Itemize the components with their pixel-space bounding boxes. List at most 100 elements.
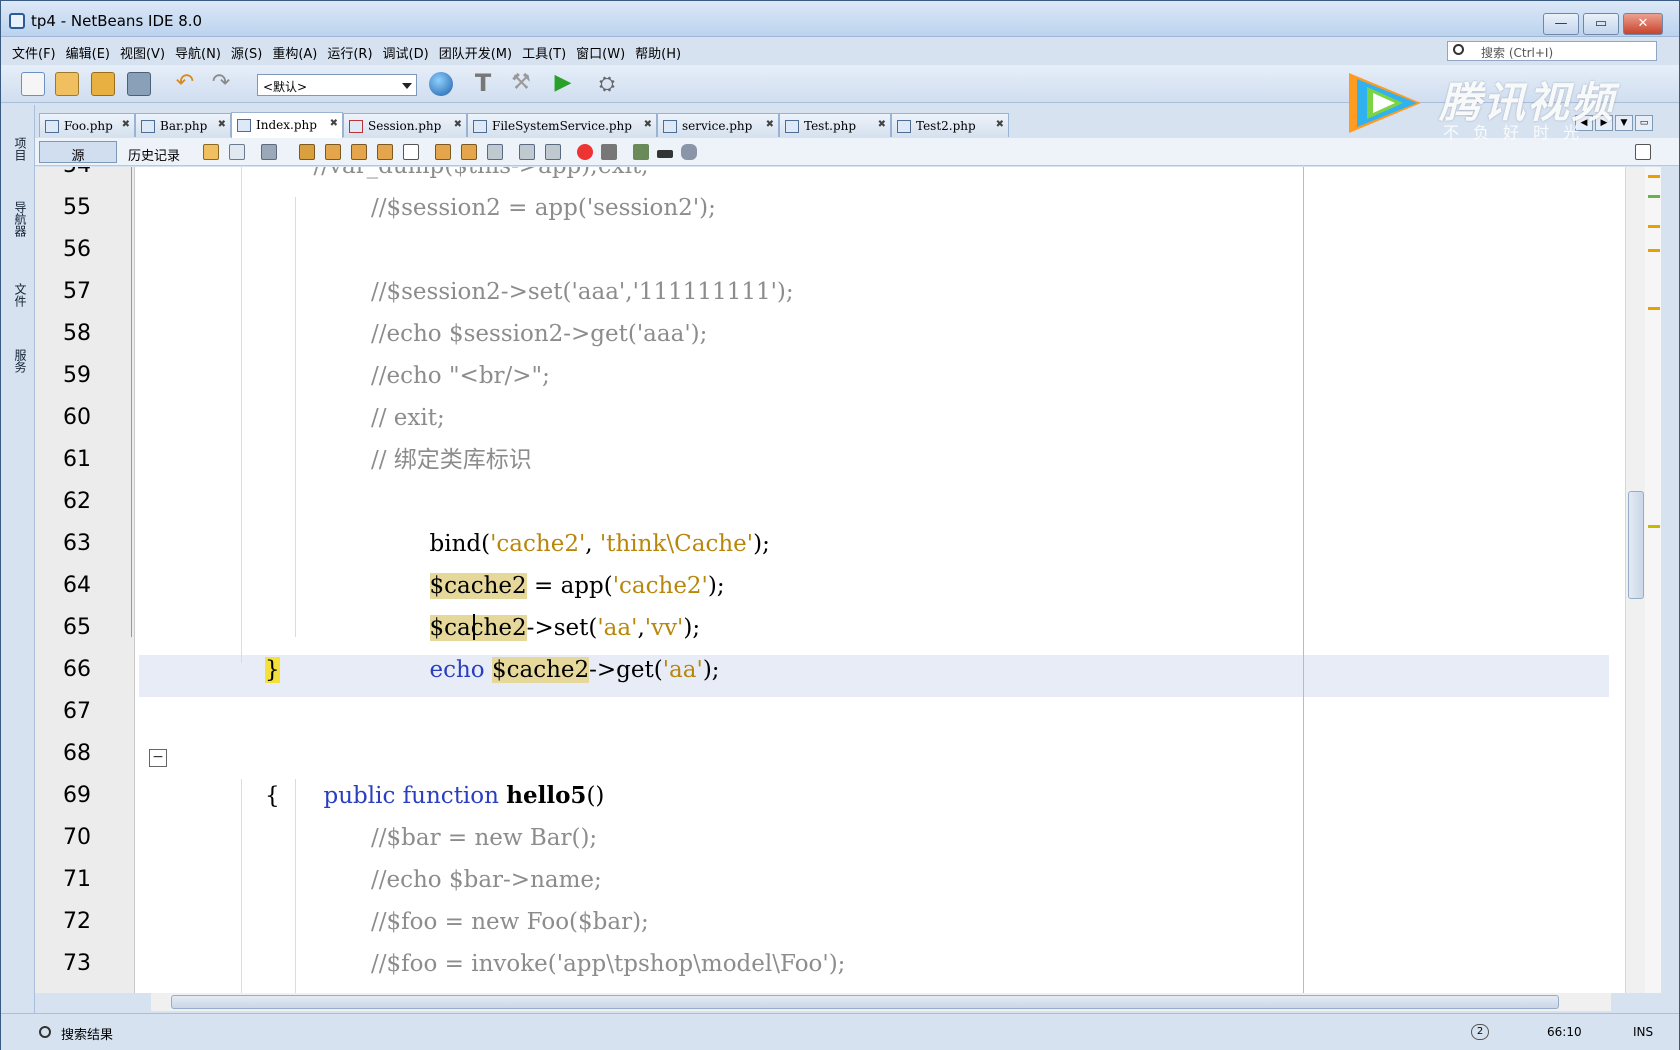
line-number: 57: [63, 279, 91, 304]
sidebar-tab-services[interactable]: 服务: [9, 349, 29, 373]
php-error-file-icon: [349, 120, 363, 133]
tab-bar-php[interactable]: Bar.php ✖: [135, 113, 231, 137]
redo-icon[interactable]: ↷: [209, 72, 233, 96]
code-line: {: [265, 783, 280, 809]
menu-team[interactable]: 团队开发(M): [434, 39, 517, 63]
warning-mark[interactable]: [1648, 249, 1660, 252]
tab-label: Session.php: [368, 119, 442, 133]
menu-run[interactable]: 运行(R): [322, 39, 377, 63]
code-line: // 绑定类库标识: [371, 447, 532, 473]
close-tab-icon[interactable]: ✖: [996, 119, 1004, 130]
database-icon[interactable]: [681, 144, 697, 160]
new-project-icon[interactable]: [55, 72, 79, 96]
close-tab-icon[interactable]: ✖: [644, 119, 652, 130]
menu-file[interactable]: 文件(F): [7, 39, 61, 63]
find-previous-icon[interactable]: [325, 144, 341, 160]
menu-source[interactable]: 源(S): [226, 39, 267, 63]
configuration-value: <默认>: [263, 80, 308, 94]
globe-icon[interactable]: [429, 72, 453, 96]
forward-icon[interactable]: [261, 144, 277, 160]
occurrence-mark[interactable]: [1648, 195, 1660, 198]
tab-test2-php[interactable]: Test2.php ✖: [891, 113, 1009, 137]
tab-service-php[interactable]: service.php ✖: [657, 113, 779, 137]
menu-refactor[interactable]: 重构(A): [267, 39, 322, 63]
line-number: 71: [63, 867, 91, 892]
code-line: //$bar = new Bar();: [371, 825, 598, 851]
toggle-highlight-icon[interactable]: [403, 144, 419, 160]
tab-filesystemservice-php[interactable]: FileSystemService.php ✖: [467, 113, 657, 137]
matching-brace: }: [265, 657, 280, 683]
php-file-icon: [473, 120, 487, 133]
sidebar-tab-projects[interactable]: 项目: [9, 137, 29, 161]
debug-icon[interactable]: ⛭: [595, 72, 619, 96]
code-line: // exit;: [371, 405, 445, 431]
previous-bookmark-icon[interactable]: [435, 144, 451, 160]
comment-icon[interactable]: [633, 144, 649, 160]
save-all-icon[interactable]: [127, 72, 151, 96]
shift-left-icon[interactable]: [519, 144, 535, 160]
warning-mark[interactable]: [1648, 307, 1660, 310]
close-tab-icon[interactable]: ✖: [218, 119, 226, 130]
code-area[interactable]: //var_dump($this->app);exit; //$session2…: [139, 167, 1609, 993]
php-file-icon: [897, 120, 911, 133]
menu-tools[interactable]: 工具(T): [517, 39, 571, 63]
code-line: $cache2 = app('cache2');: [371, 523, 1625, 599]
uncomment-icon[interactable]: [657, 150, 673, 158]
code-line: //var_dump($this->app);exit;: [255, 167, 1625, 187]
vertical-scrollbar[interactable]: [1625, 167, 1645, 993]
undo-icon[interactable]: ↶: [173, 72, 197, 96]
sidebar-tab-files[interactable]: 文件: [9, 283, 29, 307]
line-number: 58: [63, 321, 91, 346]
warning-mark[interactable]: [1648, 225, 1660, 228]
menu-debug[interactable]: 调试(D): [378, 39, 434, 63]
last-edit-icon[interactable]: [203, 144, 219, 160]
tab-source[interactable]: 源: [39, 141, 117, 164]
stop-macro-icon[interactable]: [601, 144, 617, 160]
occurrence-mark[interactable]: [1648, 525, 1660, 528]
record-macro-icon[interactable]: [577, 144, 593, 160]
vertical-scrollbar-thumb[interactable]: [1628, 491, 1644, 599]
close-button[interactable]: ✕: [1623, 13, 1663, 35]
menu-help[interactable]: 帮助(H): [630, 39, 686, 63]
code-editor[interactable]: − 54 55 56 57 58 59 60 61 62 63 64 65 66…: [35, 167, 1625, 993]
find-selection-icon[interactable]: [377, 144, 393, 160]
menu-window[interactable]: 窗口(W): [571, 39, 630, 63]
horizontal-scrollbar-thumb[interactable]: [171, 995, 1559, 1009]
error-stripe[interactable]: [1645, 167, 1661, 993]
back-icon[interactable]: [229, 144, 245, 160]
horizontal-scrollbar[interactable]: [151, 993, 1611, 1011]
maximize-button[interactable]: ▭: [1583, 13, 1619, 35]
tab-foo-php[interactable]: Foo.php ✖: [39, 113, 135, 137]
find-next-icon[interactable]: [351, 144, 367, 160]
clean-build-icon[interactable]: ⚒: [509, 72, 533, 96]
minimize-button[interactable]: —: [1543, 13, 1579, 35]
menu-navigate[interactable]: 导航(N): [170, 39, 226, 63]
warning-mark[interactable]: [1648, 175, 1660, 178]
chevron-down-icon: [402, 83, 412, 89]
search-results-tab[interactable]: 搜索结果: [61, 1024, 113, 1043]
notifications-icon[interactable]: 2: [1471, 1024, 1489, 1040]
open-project-icon[interactable]: [91, 72, 115, 96]
shift-right-icon[interactable]: [545, 144, 561, 160]
toggle-bookmark-icon[interactable]: [487, 144, 503, 160]
close-tab-icon[interactable]: ✖: [330, 118, 338, 129]
close-tab-icon[interactable]: ✖: [454, 119, 462, 130]
build-hammer-icon[interactable]: T: [471, 71, 495, 96]
close-tab-icon[interactable]: ✖: [766, 119, 774, 130]
run-icon[interactable]: ▶: [551, 72, 575, 96]
new-file-icon[interactable]: [21, 72, 45, 96]
tab-history[interactable]: 历史记录: [119, 141, 189, 164]
tab-session-php[interactable]: Session.php ✖: [343, 113, 467, 137]
menu-edit[interactable]: 编辑(E): [61, 39, 115, 63]
line-number: 64: [63, 573, 91, 598]
configuration-select[interactable]: <默认>: [257, 74, 417, 96]
next-bookmark-icon[interactable]: [461, 144, 477, 160]
close-tab-icon[interactable]: ✖: [878, 119, 886, 130]
menu-view[interactable]: 视图(V): [115, 39, 170, 63]
close-tab-icon[interactable]: ✖: [122, 119, 130, 130]
sidebar-tab-navigator[interactable]: 导航器: [9, 201, 29, 237]
tab-test-php[interactable]: Test.php ✖: [779, 113, 891, 137]
line-number: 54: [35, 167, 91, 187]
find-icon[interactable]: [299, 144, 315, 160]
tab-index-php[interactable]: Index.php ✖: [231, 112, 343, 138]
